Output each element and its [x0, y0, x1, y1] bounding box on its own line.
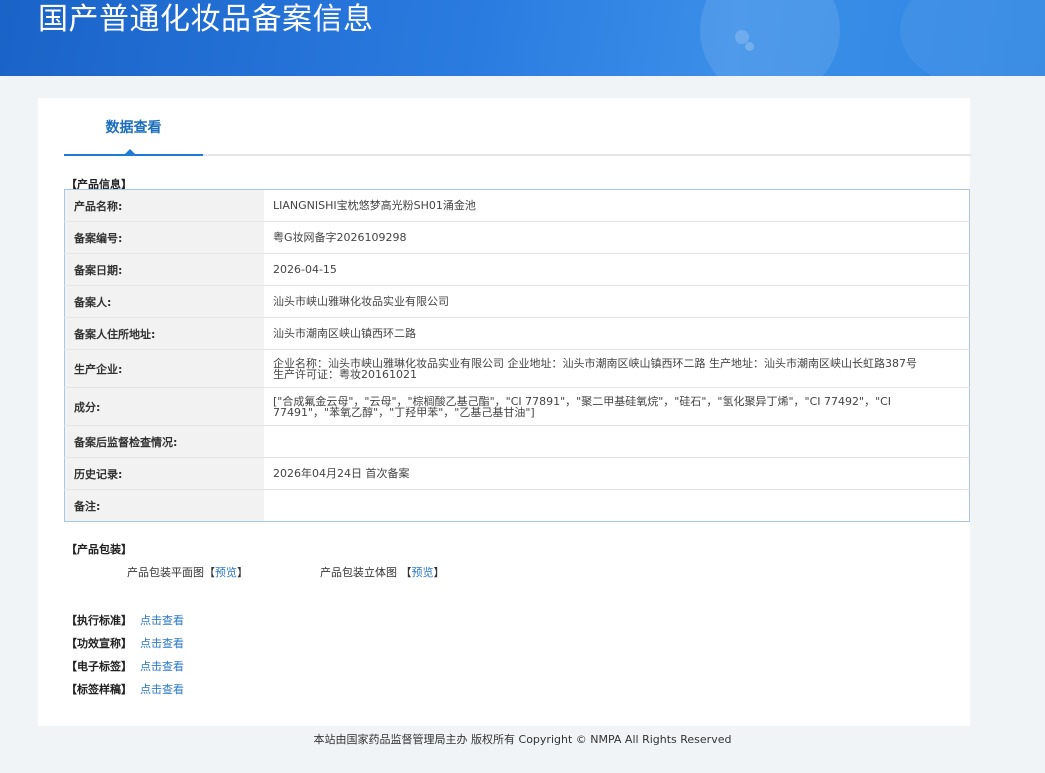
row-value: 2026-04-15	[264, 253, 970, 286]
standard-row-execution: 【执行标准】 点击查看	[66, 612, 184, 628]
view-label-sample-link[interactable]: 点击查看	[140, 683, 184, 696]
standard-label: 【功效宣称】	[66, 637, 132, 650]
row-value: 粤G妆网备字2026109298	[264, 221, 970, 254]
preview-3d-link[interactable]: 预览	[412, 566, 434, 579]
table-row: 备案人: 汕头市峡山雅琳化妆品实业有限公司	[64, 285, 970, 318]
standard-label: 【电子标签】	[66, 660, 132, 673]
row-value	[264, 425, 970, 458]
row-label: 备案后监督检查情况:	[64, 425, 264, 458]
row-label: 备案编号:	[64, 221, 264, 254]
tab-data-view[interactable]: 数据查看	[64, 98, 203, 156]
content-panel: 数据查看 【产品信息】 产品名称: LIANGNISHI宝枕悠梦高光粉SH01涌…	[38, 98, 972, 726]
bracket-close: 】	[433, 566, 445, 579]
table-row: 历史记录: 2026年04月24日 首次备案	[64, 457, 970, 490]
table-row: 生产企业: 企业名称：汕头市峡山雅琳化妆品实业有限公司 企业地址：汕头市潮南区峡…	[64, 349, 970, 388]
table-row: 产品名称: LIANGNISHI宝枕悠梦高光粉SH01涌金池	[64, 189, 970, 222]
row-value	[264, 490, 970, 522]
tab-label: 数据查看	[105, 120, 162, 136]
banner-decoration	[700, 0, 840, 76]
standard-row-efficacy: 【功效宣称】 点击查看	[66, 635, 184, 651]
tab-caret-icon	[125, 149, 135, 154]
bracket-close: 】	[237, 566, 248, 579]
row-value: 企业名称：汕头市峡山雅琳化妆品实业有限公司 企业地址：汕头市潮南区峡山镇西环二路…	[264, 349, 970, 388]
row-value: 2026年04月24日 首次备案	[264, 457, 970, 490]
package-3d-view: 产品包装立体图 【预览】	[320, 564, 445, 580]
row-value: LIANGNISHI宝枕悠梦高光粉SH01涌金池	[264, 189, 970, 222]
table-row: 备案人住所地址: 汕头市潮南区峡山镇西环二路	[64, 317, 970, 350]
standard-label: 【标签样稿】	[66, 683, 132, 696]
standard-label: 【执行标准】	[66, 614, 132, 627]
package-3d-label: 产品包装立体图	[320, 566, 397, 579]
view-execution-link[interactable]: 点击查看	[140, 614, 184, 627]
row-label: 备案日期:	[64, 253, 264, 286]
table-row: 成分: ["合成氟金云母"，"云母"，"棕榈酸乙基己酯"，"CI 77891"，…	[64, 387, 970, 426]
row-label: 成分:	[64, 387, 264, 426]
row-label: 生产企业:	[64, 349, 264, 388]
bracket-open: 【	[204, 566, 215, 579]
header-banner: 国产普通化妆品备案信息	[0, 0, 1045, 76]
table-row: 备案日期: 2026-04-15	[64, 253, 970, 286]
tab-bar: 数据查看	[64, 98, 972, 156]
page-title: 国产普通化妆品备案信息	[38, 2, 374, 37]
row-value: ["合成氟金云母"，"云母"，"棕榈酸乙基己酯"，"CI 77891"，"聚二甲…	[264, 387, 970, 426]
row-label: 备注:	[64, 489, 264, 522]
package-flat-view: 产品包装平面图【预览】	[127, 564, 248, 580]
table-row: 备案后监督检查情况:	[64, 425, 970, 458]
row-label: 历史记录:	[64, 457, 264, 490]
standard-row-e-label: 【电子标签】 点击查看	[66, 658, 184, 674]
view-e-label-link[interactable]: 点击查看	[140, 660, 184, 673]
view-efficacy-link[interactable]: 点击查看	[140, 637, 184, 650]
table-row: 备案编号: 粤G妆网备字2026109298	[64, 221, 970, 254]
preview-flat-link[interactable]: 预览	[215, 566, 237, 579]
row-label: 备案人:	[64, 285, 264, 318]
row-value: 汕头市峡山雅琳化妆品实业有限公司	[264, 285, 970, 318]
row-value: 汕头市潮南区峡山镇西环二路	[264, 317, 970, 350]
package-flat-label: 产品包装平面图	[127, 566, 204, 579]
table-row: 备注:	[64, 489, 970, 522]
standard-row-label-sample: 【标签样稿】 点击查看	[66, 681, 184, 697]
banner-decoration	[745, 42, 754, 51]
row-label: 备案人住所地址:	[64, 317, 264, 350]
product-info-table: 产品名称: LIANGNISHI宝枕悠梦高光粉SH01涌金池 备案编号: 粤G妆…	[64, 189, 970, 522]
footer-copyright: 本站由国家药品监督管理局主办 版权所有 Copyright © NMPA All…	[313, 733, 732, 746]
row-label: 产品名称:	[64, 189, 264, 222]
packaging-title: 【产品包装】	[66, 543, 132, 556]
banner-decoration	[900, 0, 1045, 76]
bracket-open: 【	[400, 566, 412, 579]
